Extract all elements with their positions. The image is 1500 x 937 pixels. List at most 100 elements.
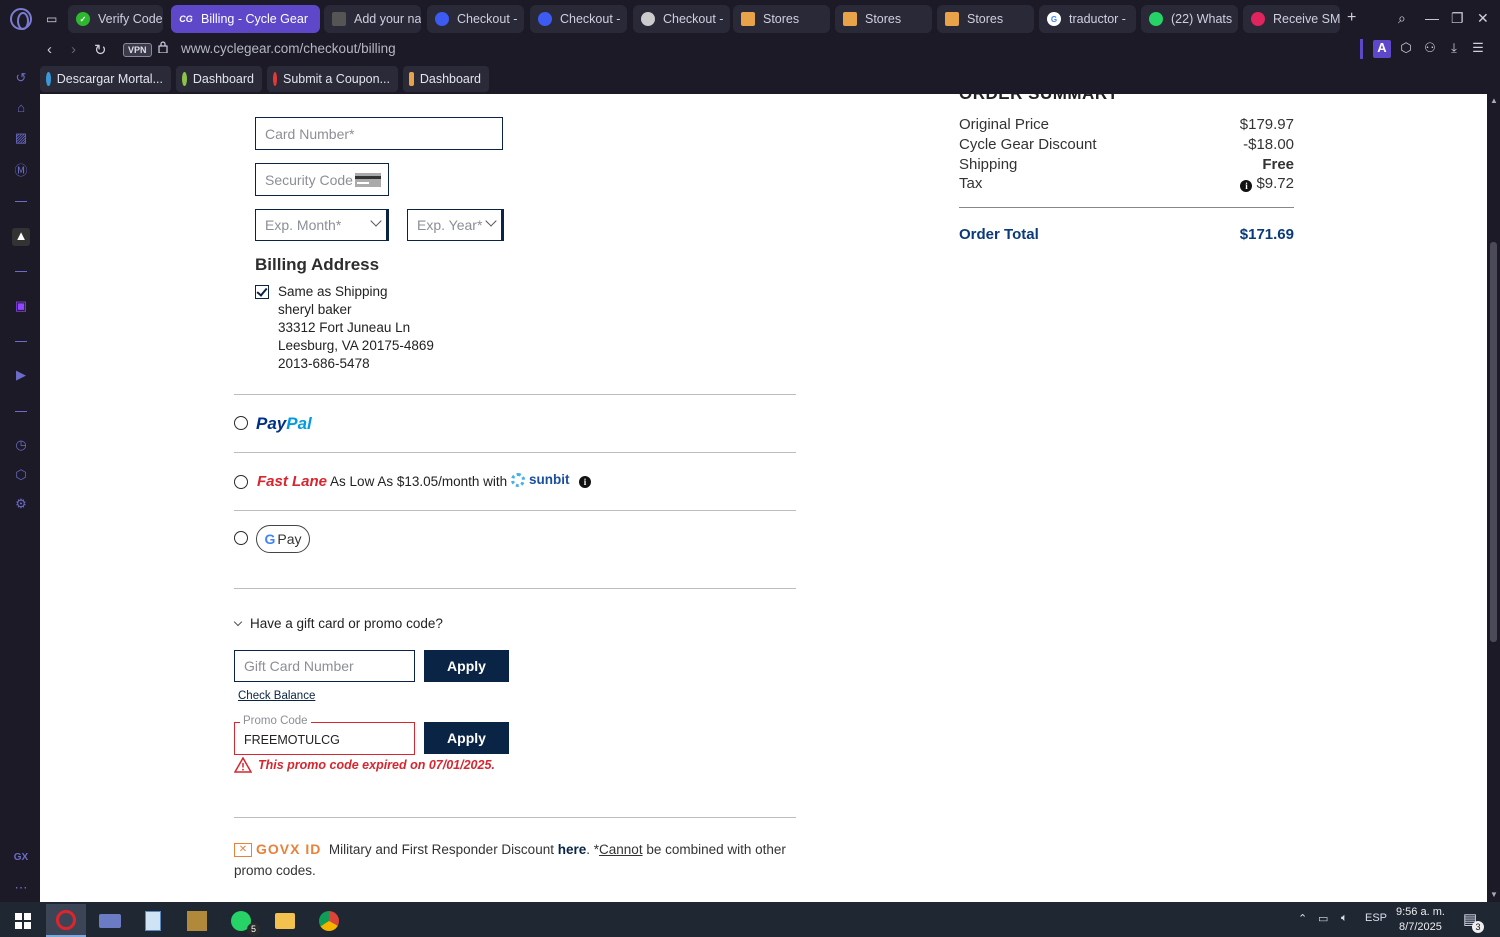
tab-checkout-2[interactable]: Checkout -: [530, 5, 627, 33]
back-arrow-icon[interactable]: ‹: [47, 41, 52, 58]
bookmark-submit-coupon[interactable]: Submit a Coupon...: [267, 66, 398, 92]
tab-checkout-1[interactable]: Checkout -: [427, 5, 524, 33]
fastlane-radio[interactable]: [234, 475, 248, 489]
vpn-badge[interactable]: VPN: [123, 43, 152, 57]
scrollbar-thumb[interactable]: [1490, 242, 1497, 642]
tab-receive-sms[interactable]: Receive SM: [1243, 5, 1340, 33]
google-pay-radio[interactable]: [234, 531, 248, 545]
check-balance-link[interactable]: Check Balance: [238, 690, 315, 702]
settings-gear-icon[interactable]: ⚙: [12, 496, 30, 514]
paypal-logo[interactable]: PayPal: [256, 414, 312, 434]
speed-dial-icon[interactable]: ↺: [12, 70, 30, 88]
same-as-shipping-label[interactable]: Same as Shipping: [278, 284, 388, 299]
taskbar-whatsapp-icon[interactable]: 5: [221, 904, 261, 937]
tab-islands-icon[interactable]: ▭: [46, 12, 62, 26]
volume-icon[interactable]: 🔈︎: [1341, 912, 1348, 925]
workspace-icon[interactable]: ⌂: [12, 100, 30, 118]
reload-icon[interactable]: ↻: [94, 41, 107, 59]
taskbar-file-explorer-icon[interactable]: [265, 904, 305, 937]
restore-icon[interactable]: ❐: [1451, 10, 1464, 27]
tab-favicon-icon: ✓: [76, 12, 90, 26]
divider: [234, 510, 796, 511]
bookmark-dashboard-1[interactable]: Dashboard: [176, 66, 262, 92]
tab-add-your-name[interactable]: Add your na: [324, 5, 421, 33]
paypal-radio[interactable]: [234, 416, 248, 430]
tab-checkout-3[interactable]: Checkout -: [633, 5, 730, 33]
gift-promo-toggle[interactable]: Have a gift card or promo code?: [233, 616, 443, 631]
gift-card-number-input[interactable]: Gift Card Number: [234, 650, 415, 682]
google-pay-logo[interactable]: G Pay: [256, 525, 310, 553]
profile-icon[interactable]: ⚇: [1421, 40, 1439, 58]
windows-taskbar: 5 ⌃ ▭ 🔈︎ ESP 9:56 a. m. 8/7/2025 ▤ 3: [0, 902, 1500, 937]
divider: [234, 588, 796, 589]
order-total-row: Order Total $171.69: [959, 226, 1294, 243]
apply-promo-button[interactable]: Apply: [424, 722, 509, 754]
minimize-icon[interactable]: —: [1425, 10, 1439, 26]
warning-icon: [234, 757, 252, 773]
language-indicator[interactable]: ESP: [1365, 912, 1387, 924]
close-window-icon[interactable]: ✕: [1477, 10, 1489, 27]
bookmark-descargar-mortal[interactable]: Descargar Mortal...: [40, 66, 171, 92]
search-tabs-icon[interactable]: ⌕: [1398, 10, 1406, 27]
tab-traductor[interactable]: Gtraductor -: [1039, 5, 1136, 33]
player-icon[interactable]: ▶: [12, 367, 30, 385]
taskbar-opera-icon[interactable]: [46, 904, 86, 937]
windows-start-icon[interactable]: [3, 904, 43, 937]
messenger-icon[interactable]: Ⓜ: [12, 160, 30, 178]
extensions-icon[interactable]: ⬡: [1397, 40, 1415, 58]
aria-extension-icon[interactable]: A: [1373, 40, 1391, 58]
bookmark-dashboard-2[interactable]: Dashboard: [403, 66, 489, 92]
card-number-field[interactable]: Card Number*: [255, 117, 503, 150]
sunbit-logo: sunbit: [511, 472, 570, 488]
apply-gift-card-button[interactable]: Apply: [424, 650, 509, 682]
address-bar: ‹ › ↻ VPN www.cyclegear.com/checkout/bil…: [40, 38, 1500, 62]
scroll-down-icon[interactable]: ▼: [1490, 890, 1498, 899]
promo-code-input[interactable]: Promo Code FREEMOTULCG: [234, 715, 415, 755]
forward-arrow-icon[interactable]: ›: [71, 41, 76, 58]
extensions-sidebar-icon[interactable]: ⬡: [12, 467, 30, 485]
govx-x-icon: ✕: [234, 843, 252, 858]
taskbar-notepad-icon[interactable]: [133, 904, 173, 937]
taskbar-game-icon[interactable]: [177, 904, 217, 937]
security-code-field[interactable]: Security Code: [255, 163, 389, 196]
tab-whatsapp[interactable]: (22) Whats: [1141, 5, 1238, 33]
network-icon[interactable]: ▭: [1318, 912, 1328, 925]
twitch-icon[interactable]: ▣: [12, 298, 30, 316]
taskbar-clock[interactable]: 9:56 a. m. 8/7/2025: [1396, 905, 1445, 935]
lock-icon[interactable]: [158, 41, 168, 53]
exp-year-select[interactable]: Exp. Year*: [407, 209, 504, 241]
tab-verify-code[interactable]: ✓ Verify Code: [68, 5, 163, 33]
exp-month-select[interactable]: Exp. Month*: [255, 209, 389, 241]
govx-here-link[interactable]: here: [558, 842, 587, 857]
menu-icon[interactable]: ☰: [1469, 40, 1487, 58]
more-dots-icon[interactable]: ⋯: [12, 880, 30, 898]
taskbar-app-icon[interactable]: [90, 904, 130, 937]
credit-card-icon: [355, 173, 381, 187]
info-icon[interactable]: i: [579, 476, 591, 488]
gx-icon[interactable]: GX: [12, 852, 30, 870]
tray-chevron-up-icon[interactable]: ⌃: [1298, 912, 1307, 925]
billing-street: 33312 Fort Juneau Ln: [278, 320, 411, 335]
fastlane-option[interactable]: Fast Lane As Low As $13.05/month with: [257, 473, 507, 490]
scroll-up-icon[interactable]: ▲: [1490, 96, 1498, 105]
google-favicon-icon: G: [1047, 12, 1061, 26]
whatsapp-badge: 5: [247, 923, 260, 936]
chevron-down-icon: [370, 215, 382, 227]
app-shortcut-icon[interactable]: ▲: [12, 228, 30, 246]
tab-stores-3[interactable]: Stores: [937, 5, 1034, 33]
tab-stores-2[interactable]: Stores: [835, 5, 932, 33]
download-icon[interactable]: ⤓: [1445, 40, 1463, 58]
url-field[interactable]: www.cyclegear.com/checkout/billing: [181, 41, 396, 56]
same-as-shipping-checkbox[interactable]: [255, 285, 269, 299]
tax-info-icon[interactable]: i: [1240, 180, 1253, 192]
opera-logo-icon[interactable]: [10, 8, 32, 30]
new-tab-plus-icon[interactable]: +: [1347, 9, 1356, 27]
aria-icon[interactable]: ▨: [12, 130, 30, 148]
history-icon[interactable]: ◷: [12, 437, 30, 455]
bookmark-favicon-icon: [409, 72, 414, 86]
page-scrollbar[interactable]: ▲ ▼: [1487, 94, 1500, 902]
tab-stores-1[interactable]: Stores: [733, 5, 830, 33]
taskbar-chrome-icon[interactable]: [309, 904, 349, 937]
tab-billing-cycle-gear[interactable]: CG Billing - Cycle Gear: [171, 5, 320, 33]
sidebar-divider: [15, 201, 27, 202]
